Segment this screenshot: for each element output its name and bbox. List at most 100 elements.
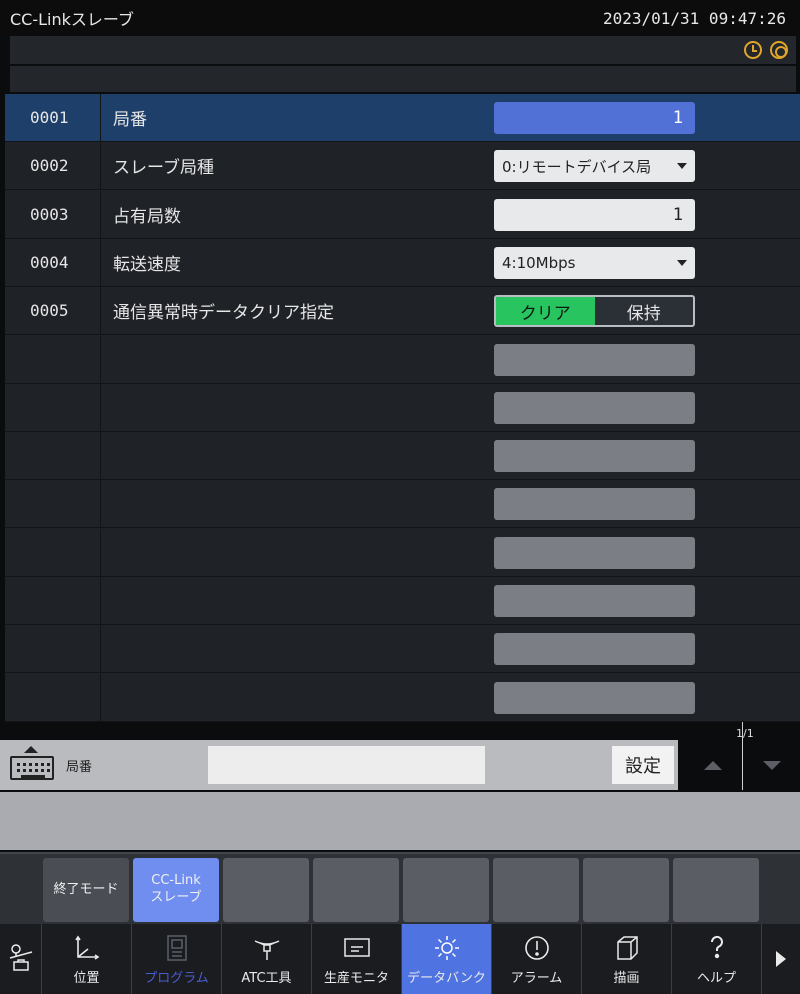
page-up-button[interactable] <box>684 740 742 790</box>
message-area <box>0 792 800 850</box>
param-value-field[interactable]: 1 <box>494 102 695 134</box>
param-name: 局番 <box>113 110 147 130</box>
input-area: 1/1 局番 設定 <box>0 722 800 852</box>
param-name <box>101 625 800 672</box>
nav-label: 描画 <box>613 970 640 986</box>
param-row-0001[interactable]: 0001 局番 1 <box>5 94 800 142</box>
nav-label: データバンク <box>407 970 486 986</box>
param-number <box>5 383 101 431</box>
param-name: 占有局数 <box>113 206 181 227</box>
function-key-7[interactable] <box>583 858 669 922</box>
function-key-2[interactable]: CC-Link スレーブ <box>133 858 219 922</box>
empty-row <box>5 335 800 384</box>
param-name: 転送速度 <box>113 254 181 275</box>
param-number: 0003 <box>5 190 101 238</box>
tool-icon <box>252 933 282 963</box>
toggle-option[interactable]: クリア <box>496 297 595 326</box>
nav-alarm[interactable]: アラーム <box>492 924 582 994</box>
param-name: スレーブ局種 <box>113 158 214 179</box>
empty-value-field <box>494 488 695 521</box>
empty-value-field <box>494 633 695 666</box>
empty-row <box>5 625 800 674</box>
nav-label: 生産モニタ <box>323 970 389 986</box>
param-name <box>101 480 800 527</box>
nav-label: プログラム <box>144 970 209 986</box>
window-title: CC-Linkスレーブ <box>10 10 134 29</box>
param-name <box>101 674 800 721</box>
nav-gear[interactable]: データバンク <box>402 924 492 994</box>
nav-program[interactable]: プログラム <box>132 924 222 994</box>
param-select[interactable]: 0:リモートデバイス局 <box>494 150 695 183</box>
clock-icon <box>744 41 762 59</box>
keyboard-icon[interactable] <box>8 746 54 780</box>
param-number: 0001 <box>5 94 101 141</box>
page-indicator: 1/1 <box>736 727 754 740</box>
empty-value-field <box>494 440 695 473</box>
empty-row <box>5 383 800 432</box>
gear-icon <box>432 933 462 963</box>
param-toggle[interactable]: クリア 保持 <box>494 295 695 328</box>
param-row-0004[interactable]: 0004 転送速度 4:10Mbps <box>5 238 800 287</box>
param-number: 0004 <box>5 238 101 286</box>
input-row: 局番 設定 <box>0 740 678 790</box>
param-number <box>5 625 101 673</box>
param-number <box>5 528 101 576</box>
param-name <box>101 577 800 624</box>
set-button[interactable]: 設定 <box>612 746 674 784</box>
param-number <box>5 432 101 480</box>
arrow-down-icon <box>763 760 781 770</box>
param-name <box>101 432 800 479</box>
select-value: 4:10Mbps <box>502 253 576 272</box>
param-row-0005[interactable]: 0005 通信異常時データクリア指定 クリア 保持 <box>5 287 800 336</box>
program-icon <box>162 933 192 963</box>
param-name <box>101 336 800 383</box>
lamp-toolbox-icon <box>6 942 36 972</box>
nav-lamp-toolbox[interactable] <box>0 924 42 994</box>
empty-row <box>5 528 800 577</box>
function-key-8[interactable] <box>673 858 759 922</box>
empty-value-field <box>494 343 695 376</box>
navigation-bar: 位置 プログラム ATC工具 生産モニタ データバンク アラーム 描画 ヘルプ <box>0 924 800 994</box>
param-name <box>101 384 800 431</box>
function-key-3[interactable] <box>223 858 309 922</box>
nav-monitor[interactable]: 生産モニタ <box>312 924 402 994</box>
nav-cube[interactable]: 描画 <box>582 924 672 994</box>
nav-help[interactable]: ヘルプ <box>672 924 762 994</box>
help-icon <box>702 933 732 963</box>
empty-row <box>5 673 800 722</box>
empty-value-field <box>494 585 695 617</box>
param-row-0002[interactable]: 0002 スレーブ局種 0:リモートデバイス局 <box>5 142 800 191</box>
nav-axis[interactable]: 位置 <box>42 924 132 994</box>
chevron-right-icon <box>776 951 786 967</box>
function-key-1[interactable]: 終了モード <box>43 858 129 922</box>
value-input[interactable] <box>208 746 485 784</box>
datetime-display: 2023/01/31 09:47:26 <box>602 8 786 28</box>
param-number: 0005 <box>5 287 101 335</box>
page-down-button[interactable] <box>744 740 800 790</box>
nav-next-button[interactable] <box>762 924 800 994</box>
empty-row <box>5 432 800 481</box>
param-value-field[interactable]: 1 <box>494 198 695 231</box>
nav-label: ヘルプ <box>696 970 736 986</box>
function-key-6[interactable] <box>493 858 579 922</box>
monitor-icon <box>342 933 372 963</box>
input-label: 局番 <box>66 760 93 775</box>
param-select[interactable]: 4:10Mbps <box>494 246 695 279</box>
chevron-down-icon <box>677 259 687 266</box>
function-key-4[interactable] <box>313 858 399 922</box>
select-value: 0:リモートデバイス局 <box>502 157 652 176</box>
param-name <box>101 529 800 576</box>
nav-tool[interactable]: ATC工具 <box>222 924 312 994</box>
toggle-option[interactable]: 保持 <box>595 297 694 325</box>
function-key-5[interactable] <box>403 858 489 922</box>
param-number <box>5 480 101 528</box>
arrow-up-icon <box>704 760 722 770</box>
param-row-0003[interactable]: 0003 占有局数 1 <box>5 190 800 239</box>
app-root: { "window": {"title": "CC-Linkスレーブ", "da… <box>0 0 800 994</box>
axis-icon <box>72 933 102 963</box>
param-number <box>5 673 101 721</box>
empty-value-field <box>494 681 695 714</box>
function-key-label: 終了モード <box>53 881 119 897</box>
sync-icon <box>770 41 788 59</box>
nav-label: アラーム <box>510 970 563 986</box>
